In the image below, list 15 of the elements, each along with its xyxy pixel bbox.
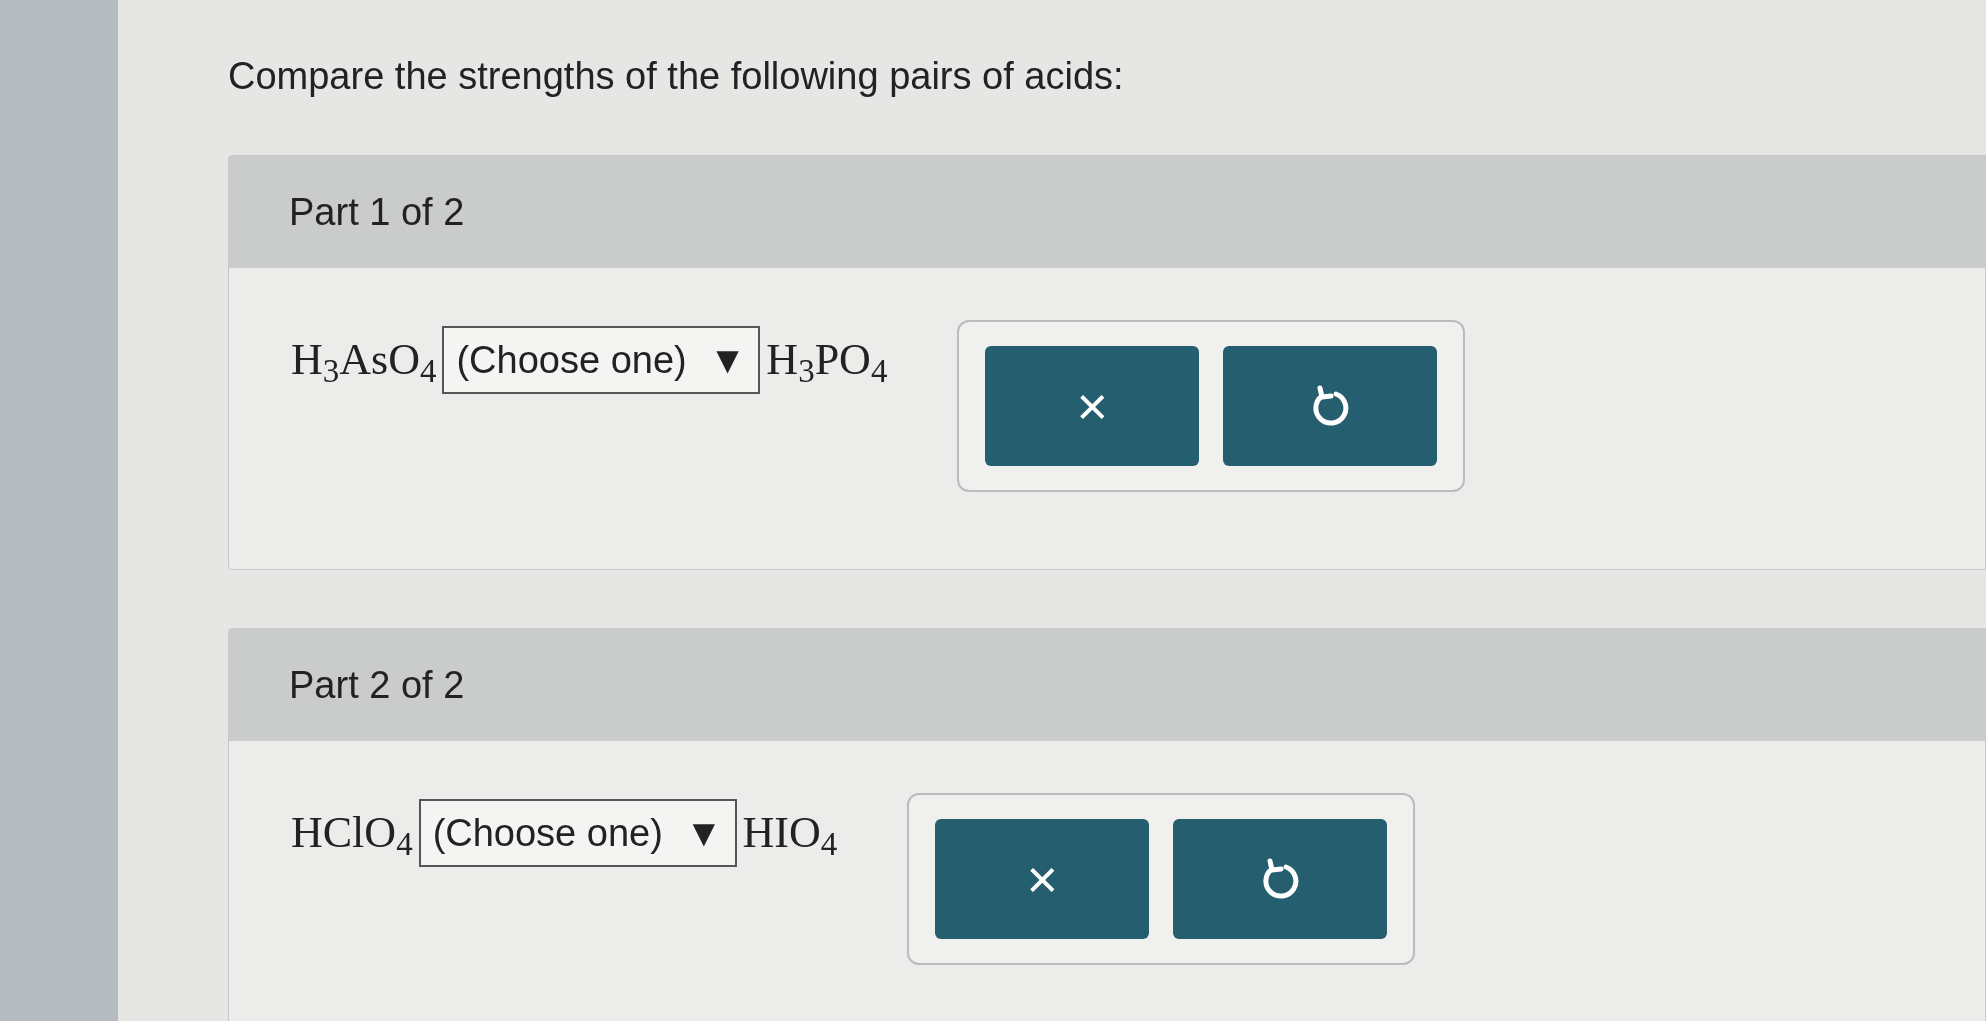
undo-button[interactable] (1223, 346, 1438, 466)
acid-formula: H$_{3}$AsO$_{4}$ (291, 334, 437, 392)
question-text: Compare the strengths of the following pairs of acids: (228, 54, 1125, 99)
part-title: Part 2 of 2 (289, 662, 465, 708)
part-title: Part 1 of 2 (289, 189, 465, 235)
undo-button[interactable] (1173, 819, 1388, 939)
choose-dropdown[interactable]: (Choose one) ▼ (418, 799, 737, 867)
clear-button[interactable]: × (985, 346, 1200, 466)
acid-formula: HClO$_{4}$ (291, 807, 413, 865)
clear-button[interactable]: × (935, 819, 1150, 939)
undo-icon (1260, 857, 1301, 901)
choose-dropdown[interactable]: (Choose one) ▼ (442, 326, 761, 394)
acid-formula: HIO$_{4}$ (742, 807, 838, 865)
undo-icon (1310, 384, 1351, 428)
acid-formula: H$_{3}$PO$_{4}$ (766, 334, 888, 392)
